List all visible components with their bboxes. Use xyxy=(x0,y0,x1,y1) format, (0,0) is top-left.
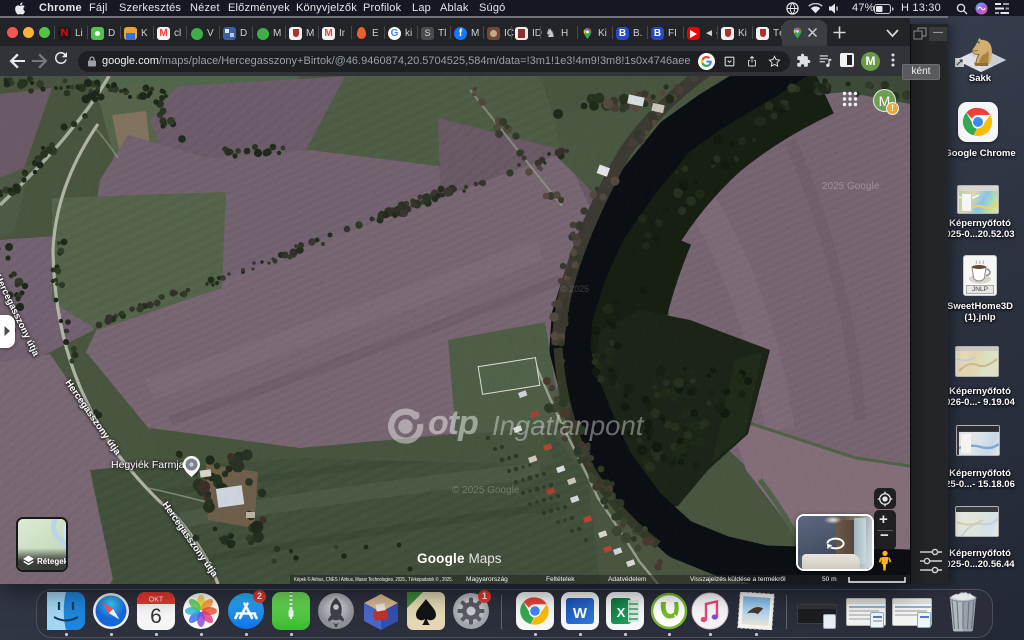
svg-text:6: 6 xyxy=(150,605,162,628)
svg-text:X: X xyxy=(617,605,626,620)
svg-text:W: W xyxy=(573,605,588,622)
svg-text:OKT: OKT xyxy=(149,597,164,604)
